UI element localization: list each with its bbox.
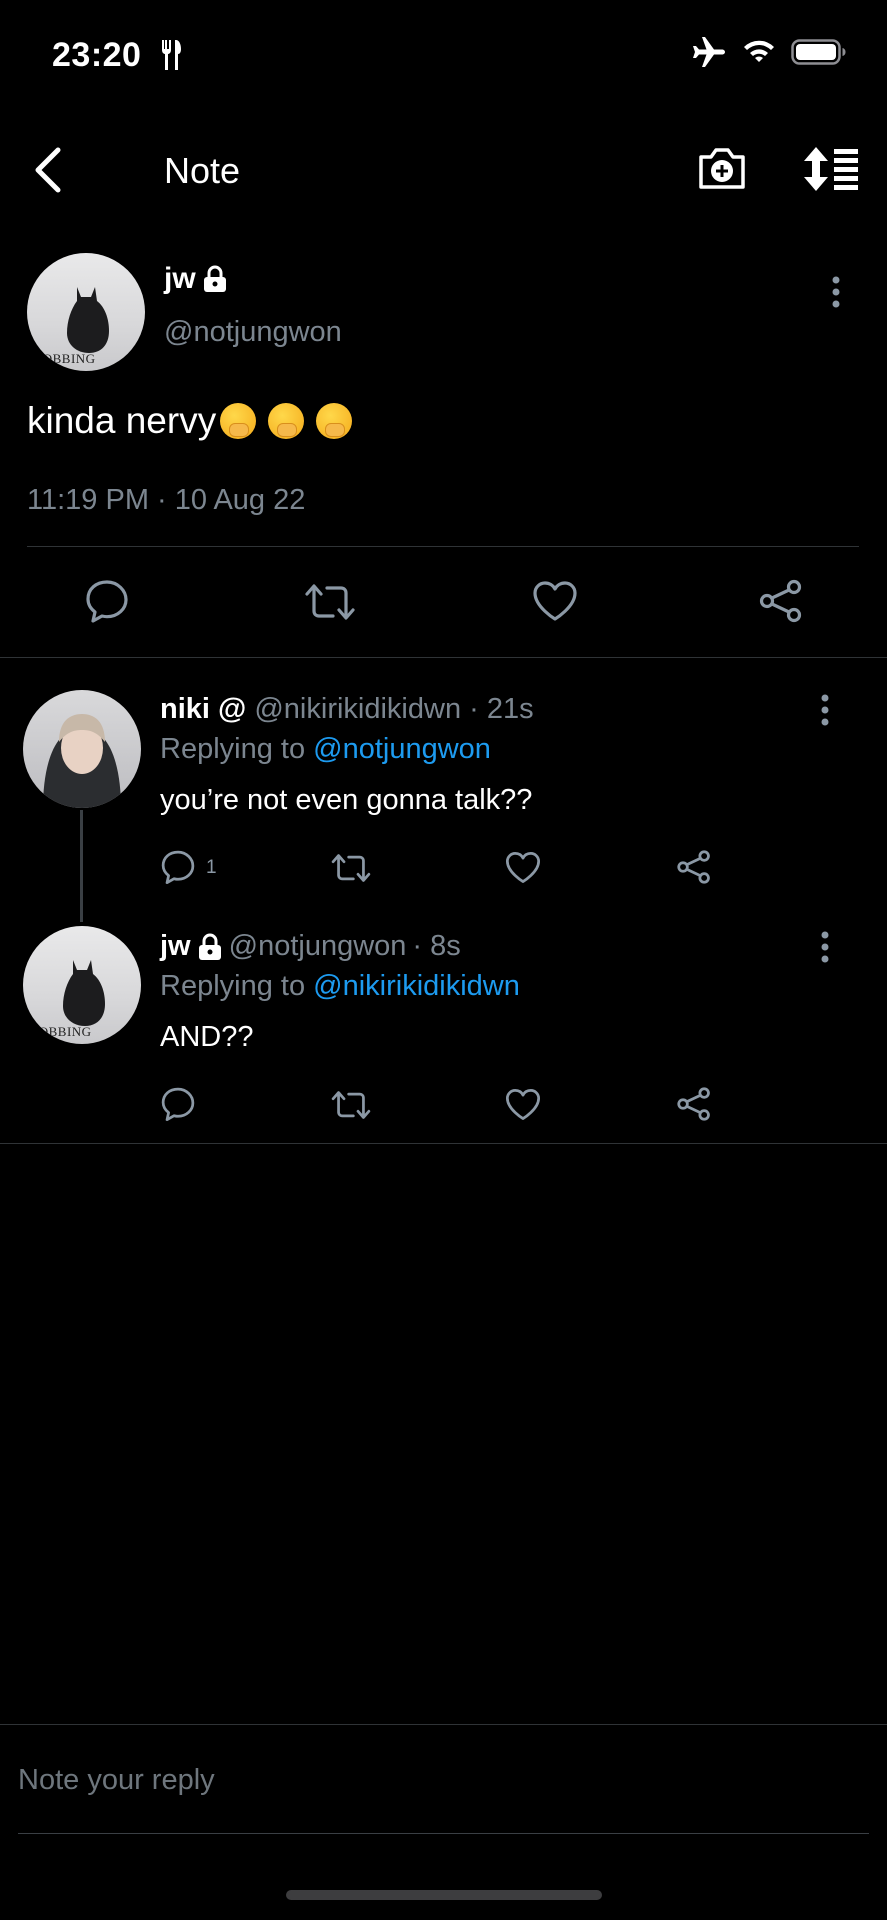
wifi-icon — [744, 40, 774, 62]
page-title: Note — [164, 150, 241, 191]
reply-header: niki @ @nikirikidikidwn · 21s — [160, 693, 534, 726]
home-indicator — [286, 1890, 602, 1900]
more-vertical-icon[interactable] — [819, 693, 831, 727]
comment-icon[interactable] — [160, 1086, 196, 1122]
note-text-content: kinda nervy — [27, 400, 217, 441]
heart-icon[interactable] — [532, 580, 578, 622]
avatar-caption: SOBBING — [35, 351, 96, 366]
replying-to: Replying to @nikirikidikidwn — [160, 970, 520, 1003]
more-vertical-icon[interactable] — [819, 930, 831, 964]
sort-order-icon[interactable] — [802, 147, 860, 191]
cat-silhouette-icon — [67, 287, 109, 353]
fork-knife-icon — [162, 40, 181, 70]
repost-icon[interactable] — [303, 580, 357, 624]
author-handle[interactable]: @notjungwon — [164, 316, 342, 349]
thread-line — [80, 810, 83, 922]
status-icons — [691, 36, 847, 68]
reply-avatar[interactable] — [23, 690, 141, 808]
divider — [0, 1143, 887, 1144]
divider — [0, 657, 887, 658]
comment-icon[interactable] — [160, 849, 196, 885]
reply-author-name[interactable]: jw — [160, 930, 191, 963]
heart-icon[interactable] — [505, 1088, 541, 1121]
replying-to-link[interactable]: @nikirikidikidwn — [313, 970, 520, 1002]
repost-icon[interactable] — [330, 1087, 372, 1123]
author-name-row: jw — [164, 262, 228, 296]
note-timestamp: 11:19 PM · 10 Aug 22 — [27, 484, 306, 516]
back-chevron-icon[interactable] — [32, 146, 64, 194]
input-underline — [18, 1833, 869, 1834]
reply-header: jw @notjungwon · 8s — [160, 930, 461, 963]
share-icon[interactable] — [676, 1086, 712, 1122]
reply-author-name[interactable]: niki @ — [160, 693, 246, 725]
reply-input[interactable] — [18, 1756, 858, 1804]
person-photo-icon — [43, 714, 121, 808]
reply-author-handle[interactable]: @notjungwon — [229, 930, 407, 963]
author-name: jw — [164, 262, 196, 295]
reply-text: you’re not even gonna talk?? — [160, 784, 533, 816]
replying-prefix: Replying to — [160, 733, 306, 765]
author-avatar[interactable]: SOBBING — [27, 253, 145, 371]
divider — [0, 1724, 887, 1725]
reply-age: · 8s — [412, 930, 461, 962]
heart-icon[interactable] — [505, 851, 541, 884]
battery-icon — [791, 39, 846, 65]
comment-count: 1 — [206, 857, 217, 878]
replying-to: Replying to @notjungwon — [160, 733, 491, 766]
replying-to-link[interactable]: @notjungwon — [313, 733, 491, 765]
divider — [27, 546, 859, 547]
cat-silhouette-icon — [63, 960, 105, 1026]
avatar-caption: SOBBING — [31, 1024, 92, 1039]
status-time: 23:20 — [52, 36, 142, 74]
reply-age: · 21s — [469, 693, 534, 725]
comment-icon[interactable] — [84, 578, 130, 624]
lock-icon — [198, 933, 221, 960]
lock-icon — [203, 265, 226, 292]
reply-avatar[interactable]: SOBBING — [23, 926, 141, 1044]
hand-over-mouth-emoji — [316, 403, 353, 439]
replying-prefix: Replying to — [160, 970, 306, 1002]
hand-over-mouth-emoji — [220, 403, 257, 439]
repost-icon[interactable] — [330, 850, 372, 886]
hand-over-mouth-emoji — [268, 403, 305, 439]
camera-add-icon[interactable] — [697, 145, 747, 191]
more-vertical-icon[interactable] — [830, 275, 842, 309]
share-icon[interactable] — [758, 578, 804, 624]
share-icon[interactable] — [676, 849, 712, 885]
reply-author-handle[interactable]: @nikirikidikidwn — [254, 693, 461, 725]
reply-text: AND?? — [160, 1021, 254, 1053]
airplane-icon — [693, 37, 725, 67]
note-text: kinda nervy — [27, 400, 353, 442]
